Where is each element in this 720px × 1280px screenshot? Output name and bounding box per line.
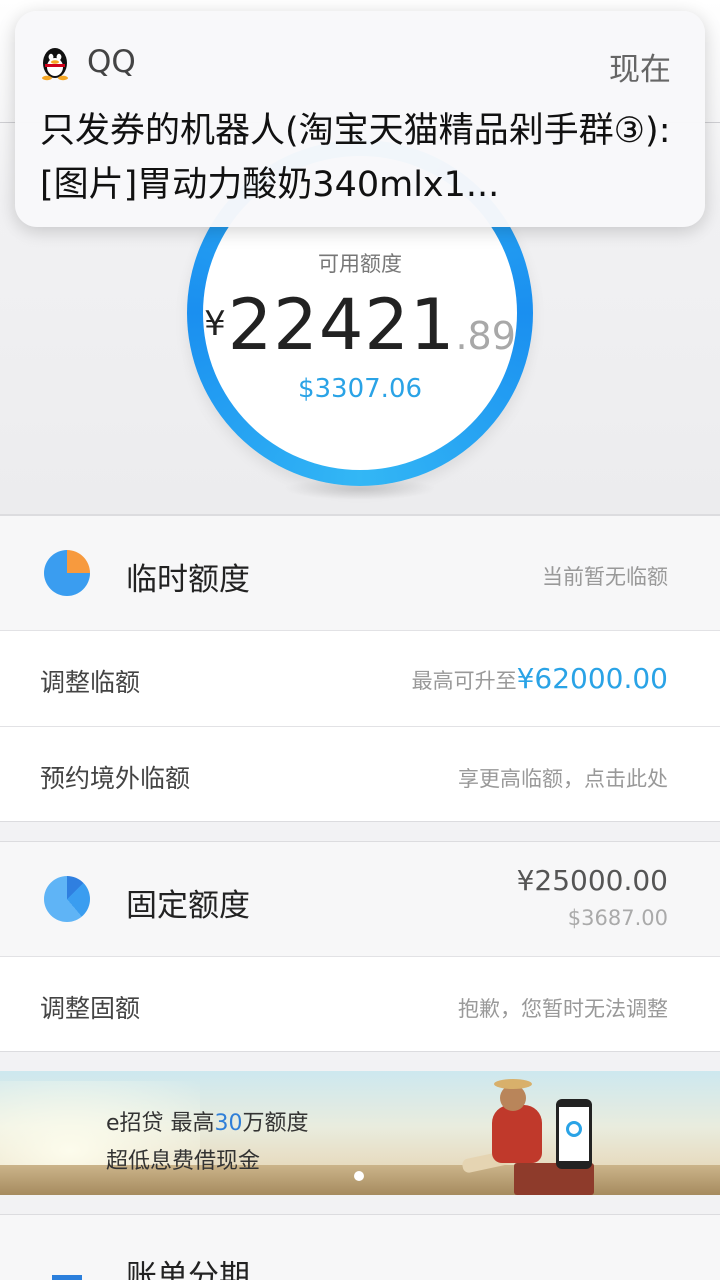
adjust-temp-limit-label: 调整临额 (40, 668, 141, 697)
adjust-fixed-limit-row[interactable]: 调整固额 抱歉，您暂时无法调整 (0, 956, 720, 1051)
available-credit-label: 可用额度 (318, 252, 402, 276)
phone-screen (559, 1107, 589, 1161)
temp-limit-section: 临时额度 当前暂无临额 调整临额 最高可升至¥62000.00 预约境外临额 享… (0, 515, 720, 822)
e-loan-promo-banner[interactable]: e招贷 最高30万额度 超低息费借现金 (0, 1071, 720, 1195)
amount-decimal: .89 (455, 314, 516, 358)
bill-icon (52, 1275, 82, 1280)
notification-message: 只发券的机器人(淘宝天猫精品剁手群③):[图片]胃动力酸奶340mlx1... (40, 111, 671, 205)
temp-limit-status: 当前暂无临额 (542, 565, 668, 589)
fixed-limit-usd: $3687.00 (567, 906, 668, 930)
adjust-temp-limit-value: 最高可升至¥62000.00 (412, 662, 668, 695)
overseas-temp-limit-row[interactable]: 预约境外临额 享更高临额，点击此处 (0, 726, 720, 821)
overseas-temp-limit-hint: 享更高临额，点击此处 (458, 767, 668, 791)
banner-headline-b: 万额度 (242, 1111, 309, 1136)
banner-headline-number: 30 (214, 1111, 243, 1136)
banner-figure-hat (494, 1079, 532, 1089)
adjust-fixed-limit-hint: 抱歉，您暂时无法调整 (458, 997, 668, 1021)
qq-notification[interactable]: QQ 现在 只发券的机器人(淘宝天猫精品剁手群③):[图片]胃动力酸奶340ml… (15, 11, 705, 227)
banner-headline-a: e招贷 最高 (106, 1111, 215, 1136)
banner-subline: 超低息费借现金 (106, 1149, 261, 1174)
adjust-temp-limit-row[interactable]: 调整临额 最高可升至¥62000.00 (0, 630, 720, 726)
notification-time: 现在 (609, 52, 671, 88)
notification-app-name: QQ (87, 44, 136, 80)
phone-illustration-icon (556, 1099, 592, 1169)
fixed-limit-title: 固定额度 (126, 888, 250, 924)
amount-integer: 22421 (227, 284, 456, 366)
temp-limit-header[interactable]: 临时额度 当前暂无临额 (0, 516, 720, 630)
qq-penguin-icon (42, 48, 68, 81)
installment-header[interactable]: 账单分期 (0, 1215, 720, 1280)
fixed-limit-header[interactable]: 固定额度 ¥25000.00 $3687.00 (0, 842, 720, 956)
banner-headline: e招贷 最高30万额度 (106, 1105, 309, 1137)
installment-title: 账单分期 (126, 1259, 250, 1280)
overseas-temp-limit-label: 预约境外临额 (40, 764, 191, 793)
currency-symbol: ¥ (204, 304, 226, 344)
fixed-limit-amount: ¥25000.00 (516, 864, 668, 897)
max-raise-amount: ¥62000.00 (516, 662, 668, 695)
loan-app-icon (566, 1121, 582, 1137)
pie-chart-icon (44, 876, 90, 922)
carousel-indicator-dot[interactable] (354, 1171, 364, 1181)
temp-limit-title: 临时额度 (126, 562, 250, 598)
fixed-limit-section: 固定额度 ¥25000.00 $3687.00 调整固额 抱歉，您暂时无法调整 (0, 841, 720, 1052)
adjust-fixed-limit-label: 调整固额 (40, 994, 141, 1023)
pie-chart-icon (44, 550, 90, 596)
installment-section: 账单分期 (0, 1214, 720, 1280)
available-credit-amount: ¥22421.89 (203, 284, 517, 366)
banner-figure-body (492, 1105, 542, 1163)
max-raise-prefix: 最高可升至 (411, 669, 517, 693)
available-credit-usd: $3307.06 (297, 374, 423, 404)
